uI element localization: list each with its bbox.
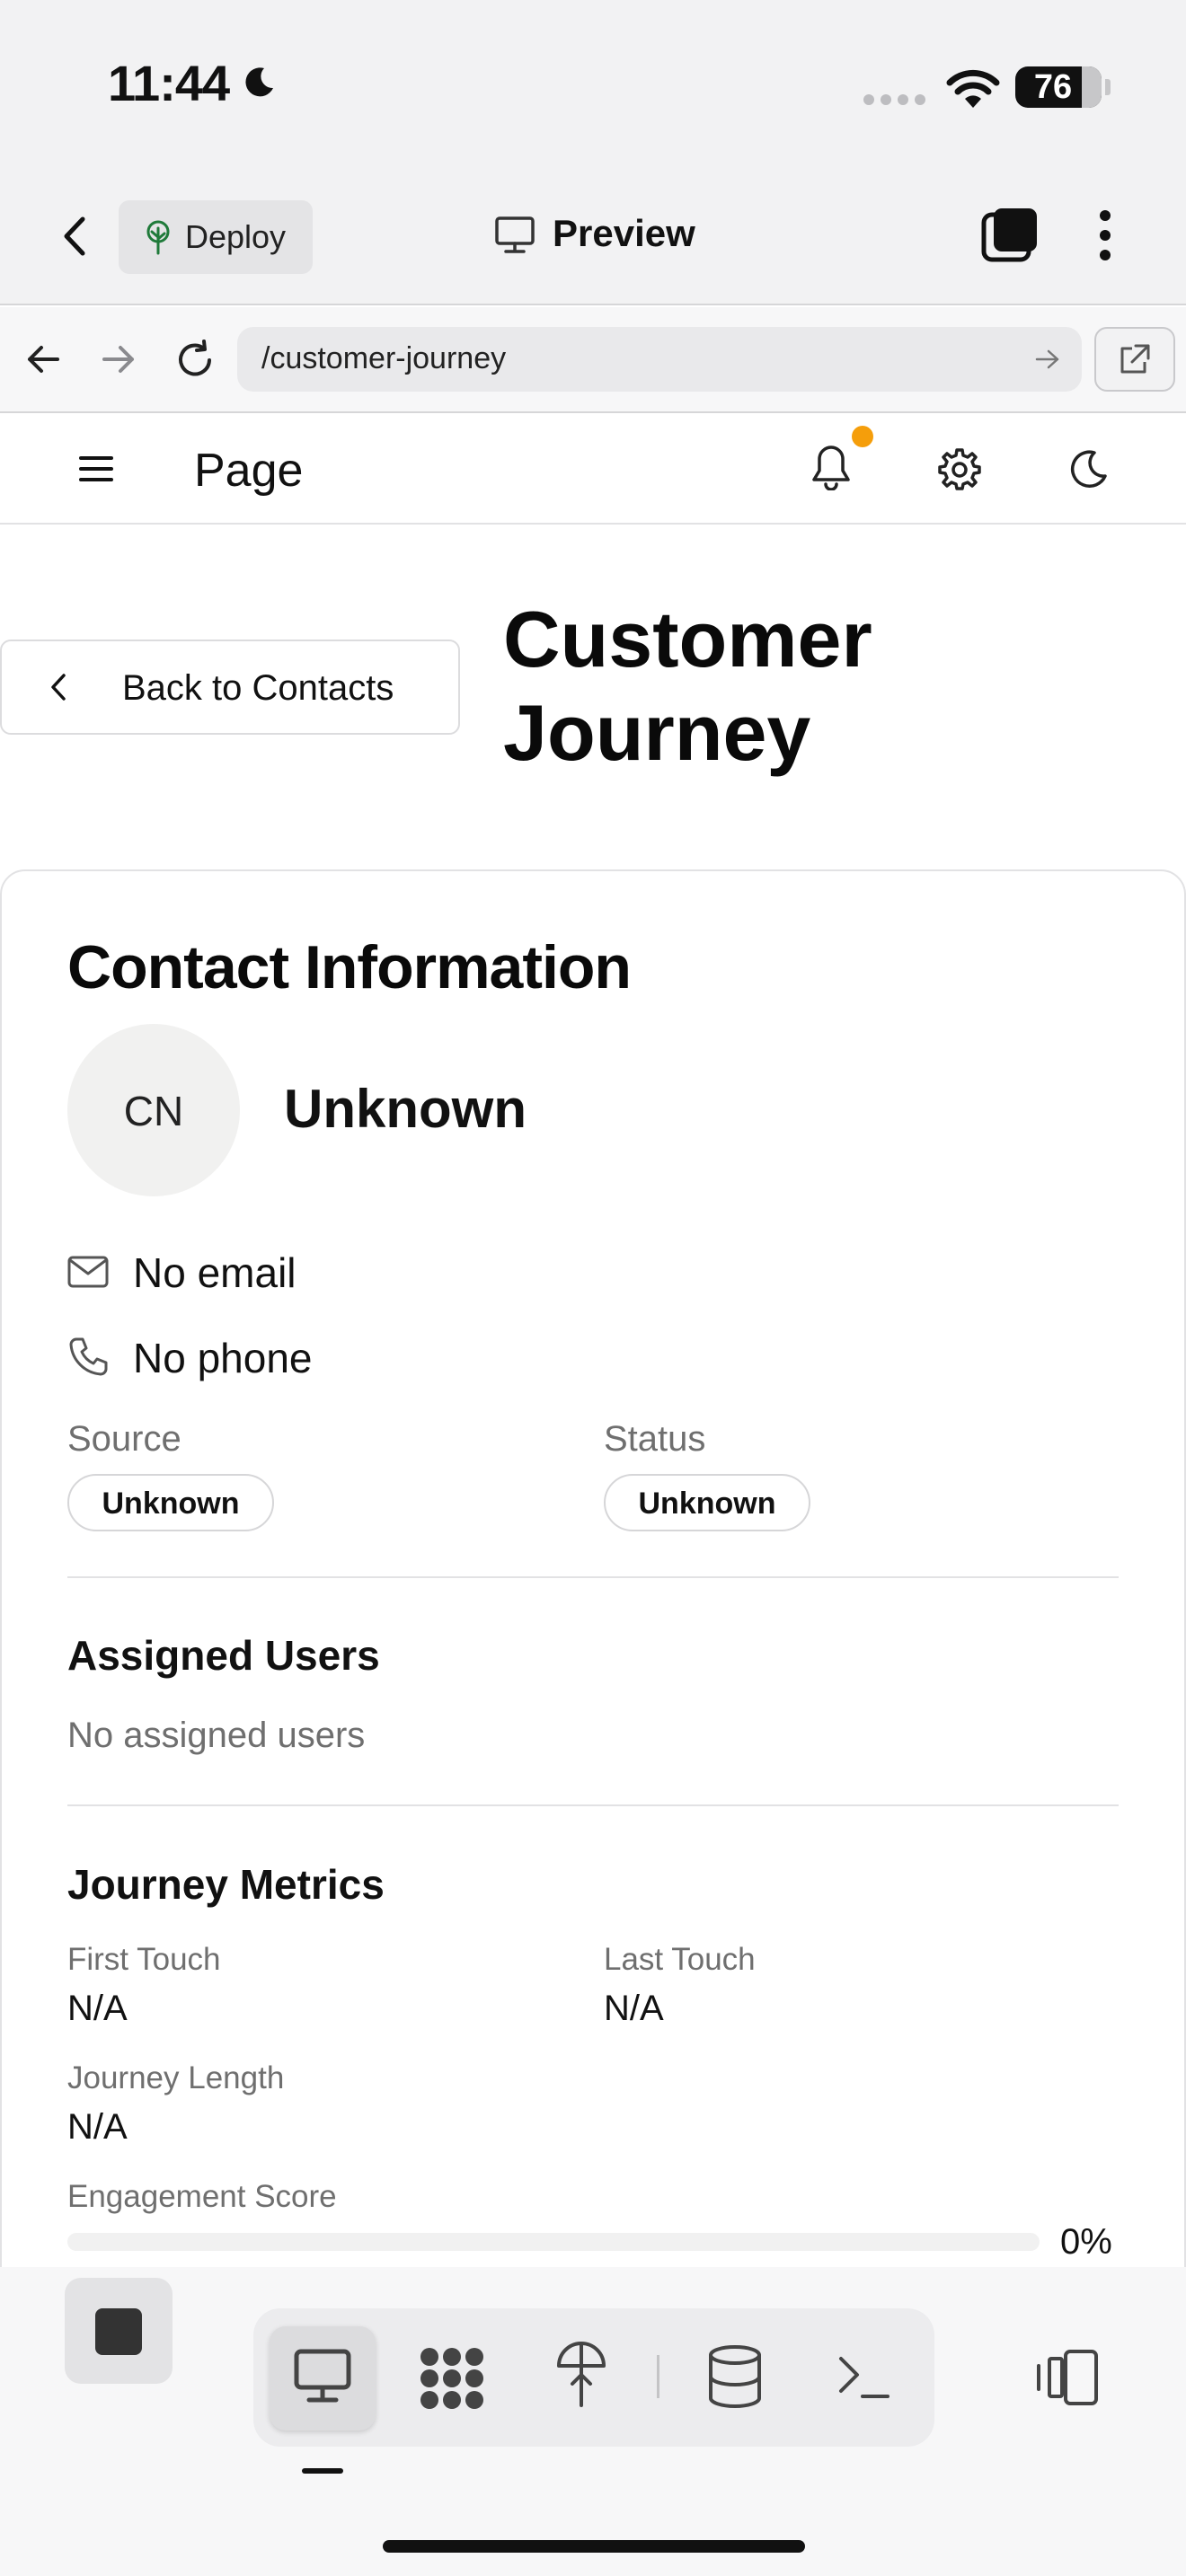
battery-nub: [1105, 79, 1111, 95]
device-toggle-icon[interactable]: [1035, 2346, 1100, 2409]
battery-level: 76: [1033, 68, 1073, 106]
status-label: Status: [604, 1419, 706, 1459]
bell-icon[interactable]: [810, 444, 852, 490]
journey-metrics-title: Journey Metrics: [67, 1861, 385, 1908]
url-text[interactable]: /customer-journey: [261, 341, 506, 376]
page-heading: Customer Journey: [503, 595, 872, 777]
app-root: 11:44 76 Deploy Preview /customer-journe…: [0, 0, 1186, 2576]
source-label: Source: [67, 1419, 181, 1459]
deploy-label: Deploy: [185, 218, 287, 255]
chevron-left-icon[interactable]: [59, 214, 92, 259]
more-vertical-icon[interactable]: [1098, 208, 1112, 262]
back-to-contacts-label: Back to Contacts: [122, 668, 394, 708]
gear-icon[interactable]: [938, 447, 981, 490]
chevron-left-icon: [51, 674, 66, 701]
status-value: Unknown: [638, 1486, 776, 1521]
mail-icon: [67, 1256, 109, 1288]
arrow-right-icon[interactable]: [101, 343, 137, 375]
avatar-initials: CN: [123, 1088, 184, 1134]
grid-icon[interactable]: [419, 2346, 485, 2411]
deploy-icon[interactable]: [553, 2341, 609, 2409]
notification-dot: [852, 426, 873, 447]
stop-icon: [95, 2308, 142, 2355]
page-title: Page: [194, 445, 304, 497]
battery-icon: 76: [1015, 66, 1102, 108]
divider: [67, 1804, 1119, 1806]
assigned-users-empty: No assigned users: [67, 1716, 366, 1755]
journey-length-label: Journey Length: [67, 2060, 285, 2095]
wifi-icon: [946, 69, 1000, 108]
tree-icon: [146, 220, 170, 255]
contact-phone: No phone: [133, 1335, 313, 1381]
first-touch-value: N/A: [67, 1989, 128, 2028]
status-time: 11:44: [108, 55, 230, 111]
monitor-icon: [495, 216, 535, 253]
engagement-score-value: 0%: [1060, 2222, 1112, 2262]
segment-separator: [657, 2355, 659, 2398]
reload-icon[interactable]: [174, 340, 216, 381]
go-icon[interactable]: [1035, 348, 1060, 370]
contact-email: No email: [133, 1249, 296, 1296]
assigned-users-title: Assigned Users: [67, 1632, 380, 1679]
external-link-icon: [1120, 344, 1150, 374]
last-touch-label: Last Touch: [604, 1942, 756, 1977]
signal-icon: [863, 94, 925, 105]
journey-length-value: N/A: [67, 2107, 128, 2147]
page-header: [0, 415, 1186, 525]
moon-icon: [245, 67, 273, 97]
monitor-icon: [294, 2349, 351, 2403]
source-value: Unknown: [102, 1486, 240, 1521]
last-touch-value: N/A: [604, 1989, 664, 2028]
menu-icon[interactable]: [79, 454, 113, 483]
divider: [67, 1576, 1119, 1578]
terminal-icon[interactable]: [837, 2351, 891, 2402]
contact-section-title: Contact Information: [67, 933, 632, 1001]
home-indicator: [383, 2540, 805, 2553]
engagement-progress-bar: [67, 2233, 1040, 2251]
arrow-left-icon[interactable]: [25, 343, 61, 375]
tabs-icon[interactable]: [981, 207, 1039, 262]
contact-name: Unknown: [284, 1079, 527, 1139]
engagement-score-label: Engagement Score: [67, 2179, 337, 2214]
moon-icon[interactable]: [1067, 449, 1109, 490]
phone-icon: [69, 1337, 108, 1376]
first-touch-label: First Touch: [67, 1942, 221, 1977]
active-view-indicator: [302, 2468, 343, 2474]
database-icon[interactable]: [706, 2344, 764, 2409]
preview-label[interactable]: Preview: [553, 212, 695, 255]
